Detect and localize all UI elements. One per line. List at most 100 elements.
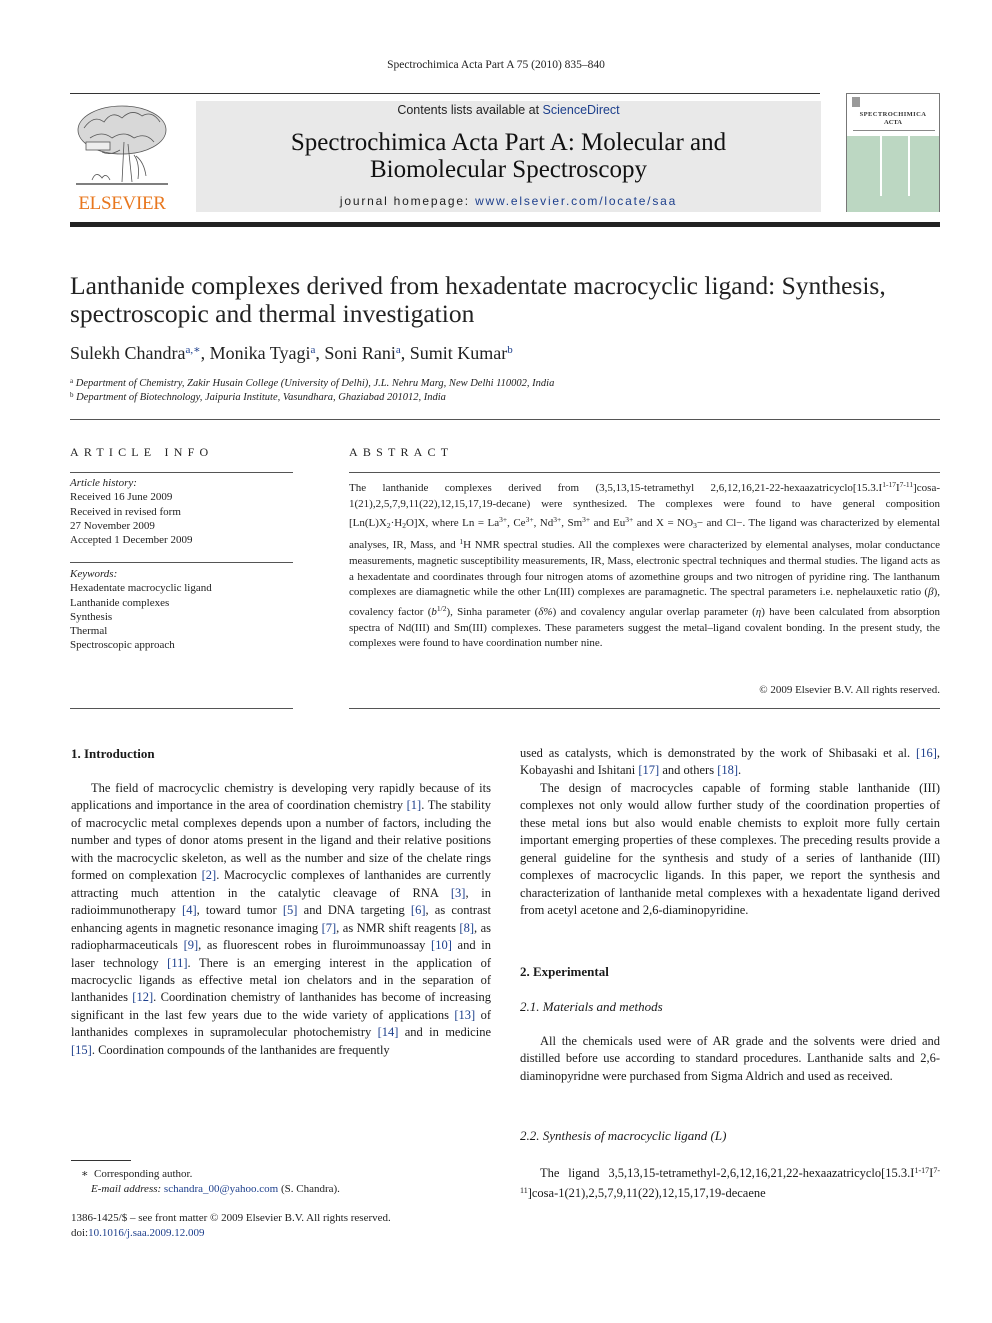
publisher-wordmark: ELSEVIER bbox=[78, 193, 166, 214]
email-note: E-mail address: schandra_00@yahoo.com (S… bbox=[71, 1182, 491, 1197]
divider bbox=[70, 472, 293, 473]
cover-logo-icon bbox=[852, 97, 860, 107]
text-run: and DNA targeting bbox=[297, 903, 411, 918]
subsection-heading-materials: 2.1. Materials and methods bbox=[520, 999, 663, 1014]
citation-link[interactable]: [16] bbox=[916, 746, 937, 760]
doi-prefix: doi: bbox=[71, 1227, 89, 1239]
author-name[interactable]: Sumit Kumar bbox=[410, 343, 508, 363]
intro-continuation: used as catalysts, which is demonstrated… bbox=[520, 745, 940, 920]
doi-line: doi:10.1016/j.saa.2009.12.009 bbox=[71, 1226, 491, 1241]
citation-link[interactable]: [4] bbox=[182, 903, 197, 917]
text-run: and others bbox=[659, 763, 718, 778]
keyword: Lanthanide complexes bbox=[70, 596, 170, 609]
email-suffix: (S. Chandra). bbox=[278, 1183, 340, 1195]
divider bbox=[70, 562, 293, 563]
author-name[interactable]: Monika Tyagi bbox=[210, 343, 311, 363]
doi-link[interactable]: 10.1016/j.saa.2009.12.009 bbox=[88, 1227, 204, 1239]
running-head: Spectrochimica Acta Part A 75 (2010) 835… bbox=[387, 59, 605, 71]
affiliation-mark: a bbox=[70, 377, 74, 385]
cover-title-line2: ACTA bbox=[884, 119, 902, 126]
journal-cover-thumbnail[interactable]: SPECTROCHIMICA ACTA bbox=[846, 93, 940, 212]
masthead-top-rule bbox=[70, 93, 820, 94]
intro-paragraph: The field of macrocyclic chemistry is de… bbox=[71, 780, 491, 1059]
tree-icon bbox=[76, 105, 168, 185]
citation-link[interactable]: [13] bbox=[454, 1008, 475, 1022]
citation-link[interactable]: [14] bbox=[378, 1025, 399, 1039]
paragraph: The ligand 3,5,13,15-tetramethyl-2,6,12,… bbox=[520, 1166, 940, 1201]
homepage-link[interactable]: www.elsevier.com/locate/saa bbox=[475, 194, 677, 208]
materials-paragraph: All the chemicals used were of AR grade … bbox=[520, 1033, 940, 1085]
citation-link[interactable]: [7] bbox=[322, 921, 337, 935]
author-marks[interactable]: a,∗ bbox=[185, 344, 200, 356]
author-marks[interactable]: a bbox=[396, 344, 401, 356]
history-label: Article history: bbox=[70, 477, 137, 489]
keywords: Keywords: Hexadentate macrocyclic ligand… bbox=[70, 567, 293, 653]
divider bbox=[70, 419, 940, 420]
citation-link[interactable]: [11] bbox=[167, 956, 187, 970]
abstract-heading: ABSTRACT bbox=[349, 445, 454, 459]
citation-link[interactable]: [18] bbox=[717, 763, 738, 777]
text-run: , as NMR shift reagents bbox=[336, 920, 460, 935]
citation-link[interactable]: [8] bbox=[459, 921, 474, 935]
history-item: 27 November 2009 bbox=[70, 519, 155, 532]
citation-link[interactable]: [15] bbox=[71, 1043, 92, 1057]
elsevier-logo[interactable]: ELSEVIER bbox=[70, 100, 174, 215]
footnote-mark: ∗ bbox=[81, 1168, 89, 1180]
history-item: Received 16 June 2009 bbox=[70, 491, 173, 504]
issn-line: 1386-1425/$ – see front matter © 2009 El… bbox=[71, 1212, 391, 1224]
citation-link[interactable]: [1] bbox=[407, 798, 422, 812]
citation-link[interactable]: [6] bbox=[411, 903, 426, 917]
text-run: used as catalysts, which is demonstrated… bbox=[520, 746, 917, 760]
footnote-rule bbox=[71, 1160, 131, 1161]
paragraph: The design of macrocycles capable of for… bbox=[520, 780, 940, 918]
affiliation-text: Department of Biotechnology, Jaipuria In… bbox=[76, 392, 446, 403]
abstract-body: The lanthanide complexes derived from (3… bbox=[349, 480, 941, 650]
citation-link[interactable]: [2] bbox=[202, 868, 217, 882]
citation-link[interactable]: [10] bbox=[431, 938, 452, 952]
citation-link[interactable]: [3] bbox=[451, 886, 466, 900]
author-list: Sulekh Chandraa,∗, Monika Tyagia, Soni R… bbox=[70, 343, 513, 363]
affiliation: a Department of Chemistry, Zakir Husain … bbox=[70, 377, 950, 389]
article-title: Lanthanide complexes derived from hexade… bbox=[70, 271, 886, 328]
citation-link[interactable]: [9] bbox=[184, 938, 199, 952]
article-info-heading: ARTICLE INFO bbox=[70, 445, 214, 459]
copyright-notice: © 2009 Elsevier B.V. All rights reserved… bbox=[759, 684, 940, 696]
citation-link[interactable]: [12] bbox=[132, 990, 153, 1004]
author-name[interactable]: Sulekh Chandra bbox=[70, 343, 185, 363]
section-heading-experimental: 2. Experimental bbox=[520, 964, 609, 979]
email-link[interactable]: schandra_00@yahoo.com bbox=[164, 1183, 278, 1195]
keyword: Thermal bbox=[70, 625, 108, 638]
journal-title-line2: Biomolecular Spectroscopy bbox=[369, 156, 647, 183]
text-run: , toward tumor bbox=[196, 903, 283, 918]
text-run: , as fluorescent robes in fluroimmunoass… bbox=[198, 938, 432, 953]
text-run: and in medicine bbox=[398, 1025, 492, 1040]
corresponding-author-note: ∗ Corresponding author. bbox=[71, 1167, 491, 1182]
journal-masthead: Contents lists available at ScienceDirec… bbox=[196, 101, 821, 212]
footnote-text: Corresponding author. bbox=[93, 1168, 193, 1180]
article-history: Article history: Received 16 June 2009 R… bbox=[70, 476, 293, 547]
author-name[interactable]: Soni Rani bbox=[324, 343, 396, 363]
keyword: Spectroscopic approach bbox=[70, 639, 175, 652]
author-marks[interactable]: a bbox=[311, 344, 316, 356]
section-heading-introduction: 1. Introduction bbox=[71, 746, 155, 761]
sciencedirect-link[interactable]: ScienceDirect bbox=[543, 103, 620, 117]
cover-stripe bbox=[880, 136, 882, 196]
text-run: . bbox=[738, 763, 742, 778]
journal-title-line1: Spectrochimica Acta Part A: Molecular an… bbox=[290, 129, 727, 156]
citation-link[interactable]: [5] bbox=[283, 903, 298, 917]
divider bbox=[349, 708, 940, 709]
masthead-bottom-rule bbox=[70, 222, 940, 227]
keyword: Hexadentate macrocyclic ligand bbox=[70, 582, 212, 595]
author-marks[interactable]: b bbox=[507, 344, 513, 356]
text-run: . Coordination compounds of the lanthani… bbox=[91, 1042, 390, 1057]
divider bbox=[349, 472, 940, 473]
email-label: E-mail address: bbox=[91, 1183, 162, 1195]
homepage-line: journal homepage: www.elsevier.com/locat… bbox=[196, 194, 821, 208]
contents-prefix: Contents lists available at bbox=[397, 103, 543, 117]
affiliation: b Department of Biotechnology, Jaipuria … bbox=[70, 391, 950, 403]
contents-line: Contents lists available at ScienceDirec… bbox=[196, 103, 821, 117]
citation-link[interactable]: [17] bbox=[638, 763, 659, 777]
keywords-label: Keywords: bbox=[70, 568, 118, 580]
paragraph: The field of macrocyclic chemistry is de… bbox=[71, 780, 491, 1059]
paragraph: used as catalysts, which is demonstrated… bbox=[520, 745, 940, 780]
